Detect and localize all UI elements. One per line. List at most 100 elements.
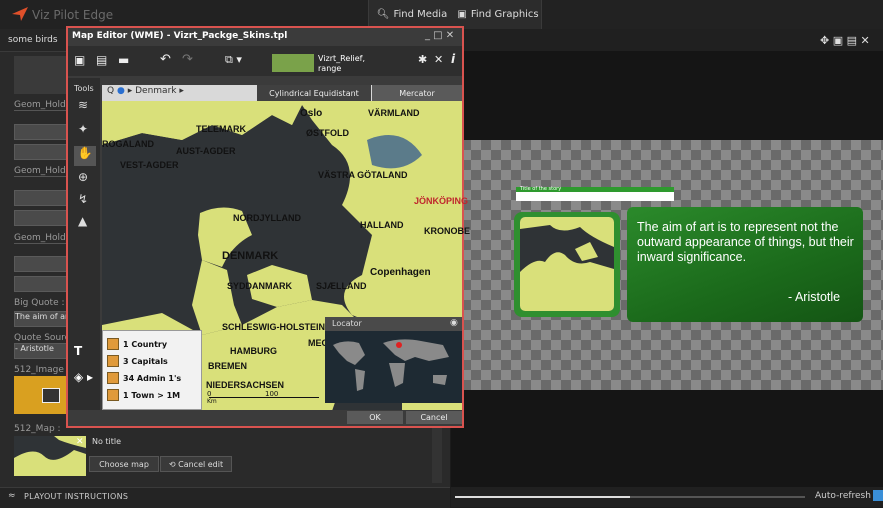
label-telemark: TELEMARK [196, 124, 246, 134]
map-label: 512_Map : [14, 424, 61, 434]
undo-icon[interactable]: ↶ [160, 52, 171, 67]
map-style-label-line2: range [318, 64, 342, 73]
legend-countries-label: 1 Country [123, 339, 168, 349]
route-icon[interactable]: ↯ [78, 192, 88, 206]
label-copenhagen: Copenhagen [370, 267, 431, 278]
window-controls[interactable]: _ □ ✕ [425, 30, 454, 41]
legend-towns[interactable]: 1 Town > 1M [107, 389, 180, 401]
move-icon[interactable]: ✥ [820, 34, 829, 47]
eye-icon[interactable]: ◉ [450, 318, 458, 328]
marker-icon[interactable]: ▲ [78, 214, 87, 228]
tab-find-media-label: Find Media [393, 9, 448, 20]
pin-icon[interactable]: ✦ [78, 122, 88, 136]
legend-countries[interactable]: 1 Country [107, 338, 167, 350]
info-icon[interactable]: i [451, 52, 455, 66]
town-icon [107, 389, 119, 401]
save-as-icon[interactable]: ▤ [847, 34, 857, 47]
admin-icon [107, 372, 119, 384]
label-kronoberg: KRONOBE [424, 226, 471, 236]
image-icon [42, 388, 60, 403]
big-quote-label: Big Quote : [14, 298, 65, 308]
label-bremen: BREMEN [208, 361, 248, 371]
chevron-right-icon: ▸ [127, 86, 133, 96]
map-editor-title: Map Editor (WME) - Vizrt_Packge_Skins.tp… [72, 31, 288, 41]
cancel-edit-button[interactable]: ⟲ Cancel edit [160, 456, 232, 472]
map-thumbnail[interactable]: ✕ [14, 436, 86, 476]
projection-mercator[interactable]: Mercator [372, 85, 462, 101]
legend-admins[interactable]: 34 Admin 1's [107, 372, 181, 384]
label-nordjylland: NORDJYLLAND [233, 213, 302, 223]
layer-icon[interactable]: ⧉ ▾ [225, 53, 242, 67]
map-card-image [520, 217, 614, 311]
map-style-thumbnail[interactable] [272, 54, 314, 72]
save-as-icon[interactable]: ▤ [96, 53, 107, 67]
label-rogaland: ROGALAND [102, 139, 154, 149]
label-hamburg: HAMBURG [230, 346, 277, 356]
playout-instructions[interactable]: PLAYOUT INSTRUCTIONS [24, 492, 128, 501]
text-tool-icon[interactable]: T [74, 344, 82, 358]
zoom-icon[interactable]: ⊕ [78, 170, 88, 184]
redo-icon[interactable]: ↷ [182, 52, 193, 67]
preview-header [451, 29, 883, 51]
label-niedersachsen: NIEDERSACHSEN [206, 380, 285, 390]
cancel-edit-label: Cancel edit [178, 459, 224, 469]
scrollbar[interactable] [432, 428, 442, 483]
divider [14, 176, 66, 177]
auto-refresh-label: Auto-refresh : [815, 491, 877, 501]
folder-icon[interactable]: ▬ [118, 53, 129, 67]
map-tool-icon[interactable]: ◈ ▸ [74, 370, 93, 384]
big-quote-input[interactable]: The aim of art [14, 311, 68, 327]
close-icon[interactable]: ✕ [861, 34, 870, 47]
map-style-label: Vizrt_Relief, range [318, 54, 365, 74]
chevron-right-icon: ▸ [179, 86, 184, 96]
legend-capitals[interactable]: 3 Capitals [107, 355, 168, 367]
cancel-button[interactable]: Cancel [406, 411, 462, 424]
save-icon[interactable]: ▣ [833, 34, 843, 47]
projection-cylindrical[interactable]: Cylindrical Equidistant [257, 85, 371, 101]
globe-icon[interactable]: ● [117, 86, 125, 96]
graphics-icon: ▣ [457, 9, 467, 20]
label-jonkoping: JÖNKÖPING [414, 196, 469, 206]
image-label: 512_Image : [14, 365, 70, 375]
flag-icon [107, 338, 119, 350]
label-halland: HALLAND [360, 220, 404, 230]
tools-icon[interactable]: ✕ [434, 53, 443, 66]
geom-field-3b[interactable] [14, 276, 68, 292]
close-icon[interactable]: ✕ [76, 437, 84, 447]
tab-find-graphics-label: Find Graphics [470, 9, 539, 20]
tab-find-media[interactable]: 🔍︎ Find Media [368, 0, 456, 29]
geom-field-2a[interactable] [14, 190, 68, 206]
geom-field-1b[interactable] [14, 144, 68, 160]
layers-icon[interactable]: ≋ [78, 98, 88, 112]
chevron-up-icon[interactable]: ≈ [8, 491, 16, 501]
geom-thumb[interactable] [14, 56, 66, 94]
geom-field-1a[interactable] [14, 124, 68, 140]
geom-field-3a[interactable] [14, 256, 68, 272]
geom-field-2b[interactable] [14, 210, 68, 226]
divider [14, 243, 66, 244]
scale-unit: Km [207, 398, 217, 405]
breadcrumb-country[interactable]: Denmark [135, 86, 176, 96]
refresh-icon: ⟲ [168, 459, 179, 469]
save-icon[interactable]: ▣ [74, 53, 85, 67]
divider [14, 110, 66, 111]
label-syddanmark: SYDDANMARK [227, 281, 292, 291]
pan-hand-icon[interactable]: ✋ [74, 146, 96, 166]
settings-icon[interactable]: ✱ [418, 53, 427, 66]
auto-refresh-checkbox[interactable] [873, 490, 883, 501]
locator-label: Locator [332, 319, 362, 328]
label-varmland: VÄRMLAND [368, 108, 420, 118]
world-map-image [333, 339, 449, 391]
label-oslo: Oslo [300, 108, 323, 119]
quote-source-input[interactable]: - Aristotle [14, 343, 68, 359]
search-icon[interactable]: Q [107, 86, 114, 96]
capital-icon [107, 355, 119, 367]
ok-button[interactable]: OK [347, 411, 403, 424]
choose-map-button[interactable]: Choose map [89, 456, 159, 472]
map-breadcrumb[interactable]: Q ● ▸ Denmark ▸ [107, 86, 184, 96]
story-title: Title of the story [520, 186, 562, 192]
map-style-label-line1: Vizrt_Relief, [318, 54, 365, 63]
legend-towns-label: 1 Town > 1M [123, 390, 181, 400]
tab-find-graphics[interactable]: ▣ Find Graphics [455, 0, 542, 29]
locator-map[interactable] [325, 331, 462, 403]
